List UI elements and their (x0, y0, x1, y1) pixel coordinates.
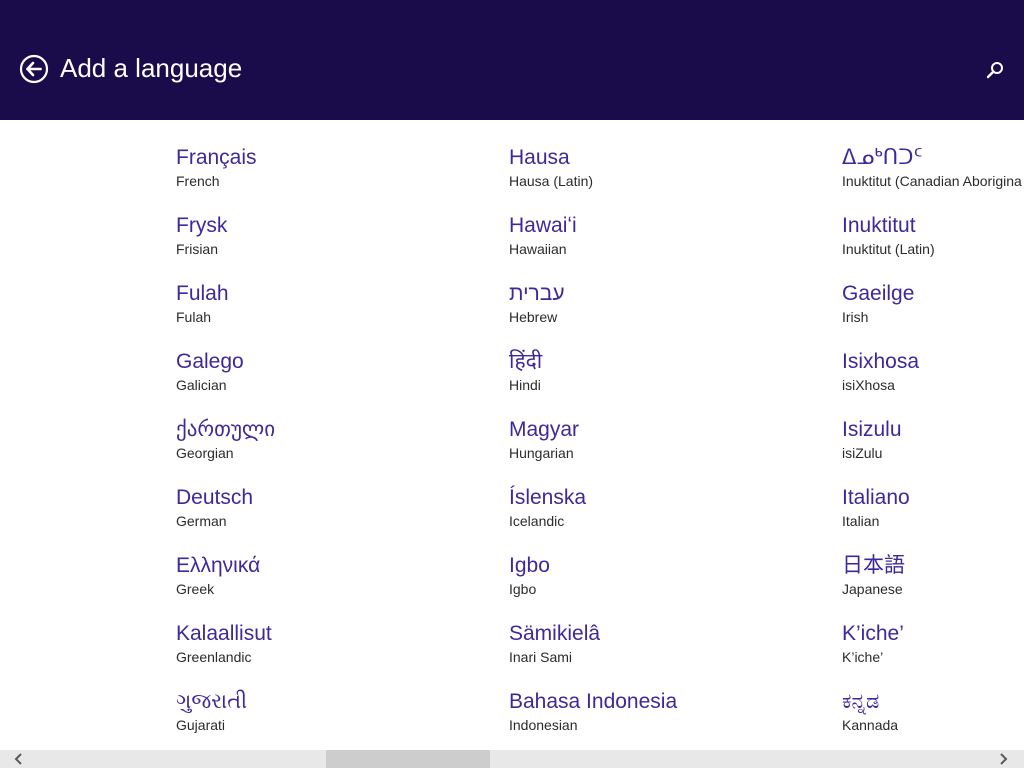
language-english-name: Kannada (842, 717, 899, 733)
language-item[interactable]: Fulah Fulah (176, 281, 275, 349)
language-english-name: Hebrew (509, 309, 558, 325)
language-native-name: Isizulu (842, 418, 902, 441)
language-item[interactable]: Bahasa Indonesia Indonesian (509, 689, 677, 750)
language-native-name: Bahasa Indonesia (509, 690, 678, 713)
language-item[interactable]: עברית Hebrew (509, 281, 677, 349)
language-item[interactable]: Isizulu isiZulu (842, 417, 1022, 485)
chevron-left-icon (14, 753, 22, 765)
language-item[interactable]: Íslenska Icelandic (509, 485, 677, 553)
language-item[interactable]: Hawaiʻi Hawaiian (509, 213, 677, 281)
language-native-name: K’iche’ (842, 622, 904, 645)
language-native-name: Galego (176, 350, 244, 373)
language-english-name: Galician (176, 377, 227, 393)
language-native-name: Inuktitut (842, 214, 916, 237)
scroll-right-button[interactable] (994, 750, 1012, 768)
language-english-name: Igbo (509, 581, 537, 597)
page-title: Add a language (60, 53, 243, 83)
language-native-name: Isixhosa (842, 350, 920, 373)
language-item[interactable]: Magyar Hungarian (509, 417, 677, 485)
language-list: Français French Frysk Frisian Fulah Fulah G… (0, 120, 1024, 750)
language-english-name: Greek (176, 581, 215, 597)
language-english-name: Inuktitut (Canadian Aborigina (842, 173, 1022, 189)
language-english-name: Japanese (842, 581, 903, 597)
language-item[interactable]: Isixhosa isiXhosa (842, 349, 1022, 417)
language-item[interactable]: Gaeilge Irish (842, 281, 1022, 349)
language-native-name: ᐃᓄᒃᑎᑐᑦ (842, 146, 923, 169)
language-native-name: ಕನ್ನಡ (842, 690, 880, 713)
language-english-name: Icelandic (509, 513, 565, 529)
language-item[interactable]: Kalaallisut Greenlandic (176, 621, 275, 689)
scroll-left-button[interactable] (10, 750, 28, 768)
language-english-name: Georgian (176, 445, 234, 461)
language-english-name: K’iche’ (842, 649, 884, 665)
language-native-name: Ελληνικά (176, 554, 261, 577)
language-native-name: 日本語 (842, 554, 905, 577)
language-item[interactable]: Sämikielâ Inari Sami (509, 621, 677, 689)
language-item[interactable]: 日本語 Japanese (842, 553, 1022, 621)
language-item[interactable]: ગુજરાતી Gujarati (176, 689, 275, 750)
language-native-name: Gaeilge (842, 282, 915, 305)
language-item[interactable]: Ελληνικά Greek (176, 553, 275, 621)
language-item[interactable]: K’iche’ K’iche’ (842, 621, 1022, 689)
language-column-1: Français French Frysk Frisian Fulah Fulah G… (176, 145, 275, 750)
language-native-name: Deutsch (176, 486, 254, 509)
app-header: Add a language (0, 0, 1024, 120)
language-item[interactable]: Galego Galician (176, 349, 275, 417)
language-native-name: Frysk (176, 214, 228, 237)
search-button[interactable] (984, 59, 1006, 81)
language-native-name: Hausa (509, 146, 570, 169)
language-native-name: हिंदी (509, 350, 543, 373)
language-english-name: Irish (842, 309, 869, 325)
language-native-name: ქართული (176, 418, 276, 441)
language-item[interactable]: Italiano Italian (842, 485, 1022, 553)
language-native-name: Fulah (176, 282, 229, 305)
language-english-name: isiZulu (842, 445, 883, 461)
search-icon (986, 62, 1003, 79)
language-english-name: Gujarati (176, 717, 226, 733)
language-item[interactable]: ქართული Georgian (176, 417, 275, 485)
language-english-name: Hungarian (509, 445, 574, 461)
language-english-name: Hausa (Latin) (509, 173, 594, 189)
language-native-name: Magyar (509, 418, 580, 441)
language-english-name: French (176, 173, 220, 189)
language-english-name: Indonesian (509, 717, 578, 733)
language-english-name: Greenlandic (176, 649, 252, 665)
language-native-name: Sämikielâ (509, 622, 601, 645)
horizontal-scrollbar[interactable] (0, 750, 1024, 768)
scrollbar-thumb[interactable] (326, 750, 490, 768)
language-item[interactable]: Français French (176, 145, 275, 213)
language-item[interactable]: Inuktitut Inuktitut (Latin) (842, 213, 1022, 281)
language-english-name: isiXhosa (842, 377, 895, 393)
language-item[interactable]: ᐃᓄᒃᑎᑐᑦ Inuktitut (Canadian Aborigina (842, 145, 1022, 213)
language-english-name: German (176, 513, 227, 529)
language-native-name: Français (176, 146, 257, 169)
language-native-name: Íslenska (509, 486, 587, 509)
language-native-name: ગુજરાતી (176, 690, 248, 713)
language-item[interactable]: Igbo Igbo (509, 553, 677, 621)
chevron-right-icon (1000, 753, 1008, 765)
language-native-name: Kalaallisut (176, 622, 272, 645)
language-native-name: Hawaiʻi (509, 214, 577, 237)
language-english-name: Hawaiian (509, 241, 567, 257)
language-item[interactable]: Frysk Frisian (176, 213, 275, 281)
language-native-name: Igbo (509, 554, 550, 577)
language-item[interactable]: हिंदी Hindi (509, 349, 677, 417)
language-column-2: Hausa Hausa (Latin) Hawaiʻi Hawaiian עברית… (509, 145, 677, 750)
language-native-name: עברית (509, 282, 565, 305)
language-english-name: Hindi (509, 377, 541, 393)
language-english-name: Inuktitut (Latin) (842, 241, 935, 257)
language-item[interactable]: ಕನ್ನಡ Kannada (842, 689, 1022, 750)
back-button[interactable] (19, 54, 49, 84)
language-english-name: Frisian (176, 241, 219, 257)
language-item[interactable]: Hausa Hausa (Latin) (509, 145, 677, 213)
language-native-name: Italiano (842, 486, 910, 509)
language-english-name: Inari Sami (509, 649, 573, 665)
language-english-name: Fulah (176, 309, 212, 325)
language-item[interactable]: Deutsch German (176, 485, 275, 553)
language-column-3: ᐃᓄᒃᑎᑐᑦ Inuktitut (Canadian Aborigina Inuk… (842, 145, 1022, 750)
back-arrow-circle-icon (19, 54, 49, 84)
language-english-name: Italian (842, 513, 880, 529)
